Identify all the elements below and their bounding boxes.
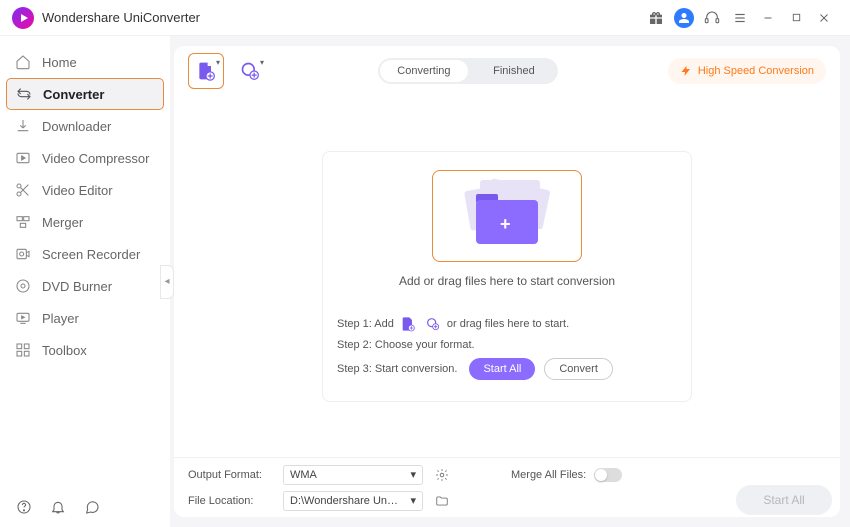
sidebar-item-dvd[interactable]: DVD Burner <box>0 270 170 302</box>
browse-folder-icon[interactable] <box>433 492 451 510</box>
sidebar-item-compressor[interactable]: Video Compressor <box>0 142 170 174</box>
merge-icon <box>14 213 32 231</box>
status-segmented-control: Converting Finished <box>378 58 558 84</box>
menu-icon[interactable] <box>726 4 754 32</box>
high-speed-label: High Speed Conversion <box>698 65 814 77</box>
add-file-button[interactable]: ▾ <box>188 53 224 89</box>
sidebar-item-label: Converter <box>43 87 104 102</box>
sidebar-item-label: Merger <box>42 215 83 230</box>
play-icon <box>14 309 32 327</box>
sidebar-item-label: Toolbox <box>42 343 87 358</box>
account-icon[interactable] <box>670 4 698 32</box>
app-title: Wondershare UniConverter <box>42 10 200 25</box>
help-icon[interactable] <box>14 497 34 517</box>
output-format-label: Output Format: <box>188 469 273 481</box>
step3-text: Step 3: Start conversion. <box>337 363 457 375</box>
chevron-down-icon: ▾ <box>410 468 416 481</box>
chevron-down-icon: ▾ <box>410 494 416 507</box>
scissors-icon <box>14 181 32 199</box>
sidebar-item-label: Video Compressor <box>42 151 149 166</box>
home-icon <box>14 53 32 71</box>
notification-icon[interactable] <box>48 497 68 517</box>
grid-icon <box>14 341 32 359</box>
sidebar-item-converter[interactable]: Converter <box>6 78 164 110</box>
settings-icon[interactable] <box>433 466 451 484</box>
file-add-icon <box>400 316 416 332</box>
sidebar-item-label: DVD Burner <box>42 279 112 294</box>
sidebar: Home Converter Downloader Video Compress… <box>0 36 170 527</box>
file-location-value: D:\Wondershare UniConverter 1 <box>290 495 400 507</box>
add-files-dropzone[interactable]: + <box>432 170 582 262</box>
app-logo <box>12 7 34 29</box>
add-url-button[interactable]: ▾ <box>232 53 268 89</box>
step2-text: Step 2: Choose your format. <box>337 339 475 351</box>
sidebar-item-recorder[interactable]: Screen Recorder <box>0 238 170 270</box>
sidebar-item-player[interactable]: Player <box>0 302 170 334</box>
sidebar-collapse-button[interactable]: ◂ <box>160 265 174 299</box>
file-location-select[interactable]: D:\Wondershare UniConverter 1 ▾ <box>283 491 423 511</box>
sidebar-item-merger[interactable]: Merger <box>0 206 170 238</box>
converter-icon <box>15 85 33 103</box>
sidebar-item-label: Video Editor <box>42 183 113 198</box>
sidebar-item-editor[interactable]: Video Editor <box>0 174 170 206</box>
sidebar-item-toolbox[interactable]: Toolbox <box>0 334 170 366</box>
titlebar: Wondershare UniConverter <box>0 0 850 36</box>
chevron-down-icon: ▾ <box>216 58 220 67</box>
gift-icon[interactable] <box>642 4 670 32</box>
sidebar-item-label: Downloader <box>42 119 111 134</box>
merge-label: Merge All Files: <box>511 469 586 481</box>
step1-prefix: Step 1: Add <box>337 318 394 330</box>
compress-icon <box>14 149 32 167</box>
maximize-icon[interactable] <box>782 4 810 32</box>
dropzone-headline: Add or drag files here to start conversi… <box>337 274 677 288</box>
tab-finished[interactable]: Finished <box>470 58 558 84</box>
sidebar-item-label: Player <box>42 311 79 326</box>
sidebar-item-label: Home <box>42 55 77 70</box>
file-location-label: File Location: <box>188 495 273 507</box>
high-speed-button[interactable]: High Speed Conversion <box>668 58 826 84</box>
start-all-footer-button[interactable]: Start All <box>736 485 832 515</box>
folder-icon: + <box>462 184 552 248</box>
output-format-select[interactable]: WMA ▾ <box>283 465 423 485</box>
dropzone: + Add or drag files here to start conver… <box>322 151 692 402</box>
record-icon <box>14 245 32 263</box>
close-icon[interactable] <box>810 4 838 32</box>
convert-button[interactable]: Convert <box>544 358 613 380</box>
url-add-icon <box>425 316 441 332</box>
support-icon[interactable] <box>698 4 726 32</box>
minimize-icon[interactable] <box>754 4 782 32</box>
feedback-icon[interactable] <box>82 497 102 517</box>
output-format-value: WMA <box>290 469 317 481</box>
sidebar-item-downloader[interactable]: Downloader <box>0 110 170 142</box>
start-all-button[interactable]: Start All <box>469 358 535 380</box>
step1-suffix: or drag files here to start. <box>447 318 569 330</box>
lightning-icon <box>680 65 692 77</box>
sidebar-item-label: Screen Recorder <box>42 247 140 262</box>
disc-icon <box>14 277 32 295</box>
download-icon <box>14 117 32 135</box>
merge-toggle[interactable] <box>594 468 622 482</box>
tab-converting[interactable]: Converting <box>380 60 468 82</box>
chevron-down-icon: ▾ <box>260 58 264 67</box>
sidebar-item-home[interactable]: Home <box>0 46 170 78</box>
